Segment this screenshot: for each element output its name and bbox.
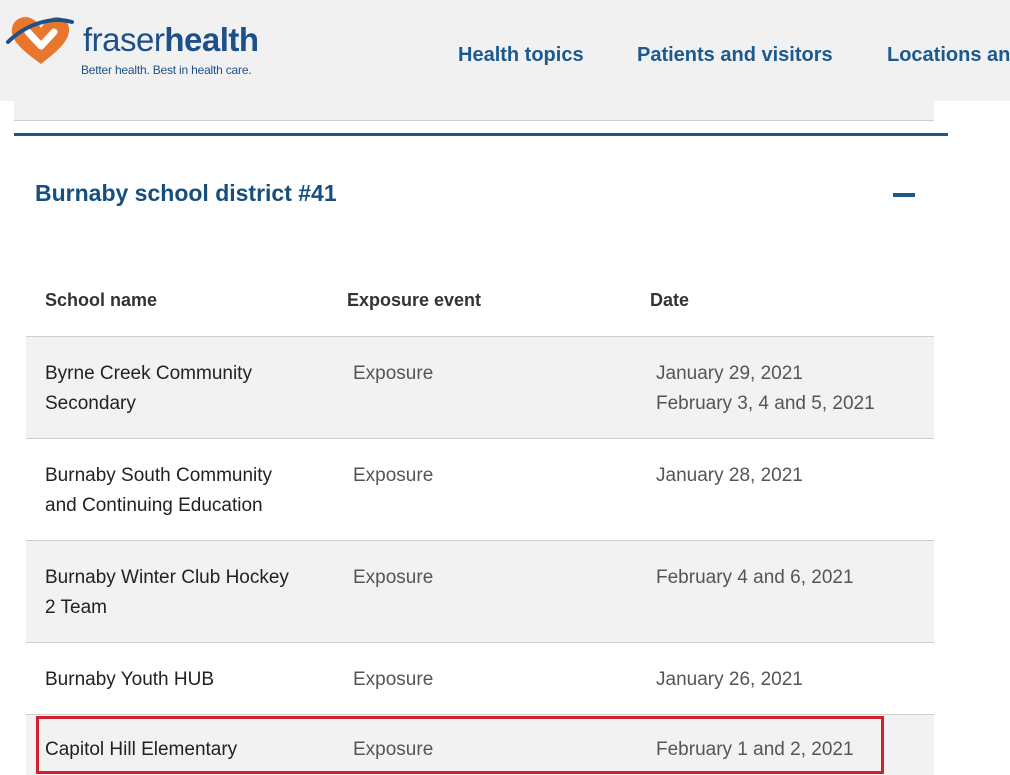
- column-header-date: Date: [650, 290, 690, 310]
- exposure-event-cell: Exposure: [353, 465, 434, 486]
- date-line: February 4 and 6, 2021: [656, 567, 854, 588]
- logo-wordmark-health: health: [164, 21, 259, 58]
- school-name-cell: Byrne Creek Community Secondary: [45, 359, 315, 419]
- table-row: Burnaby Youth HUB Exposure January 26, 2…: [26, 643, 934, 715]
- school-name-cell: Burnaby South Community and Continuing E…: [45, 461, 315, 521]
- school-name-cell: Burnaby Youth HUB: [45, 665, 315, 695]
- logo-wordmark-fraser: fraser: [83, 21, 165, 58]
- heart-logo-icon: [6, 17, 74, 64]
- exposure-event-cell: Exposure: [353, 363, 434, 384]
- table-row: Byrne Creek Community Secondary Exposure…: [26, 337, 934, 439]
- exposure-event-cell: Exposure: [353, 567, 434, 588]
- date-cell: February 4 and 6, 2021: [656, 563, 926, 593]
- table-header-row: School name Exposure event Date: [26, 268, 934, 337]
- school-name-cell: Burnaby Winter Club Hockey 2 Team: [45, 563, 315, 623]
- date-line: February 1 and 2, 2021: [656, 739, 854, 760]
- logo-tagline: Better health. Best in health care.: [81, 63, 252, 77]
- school-name-line: Burnaby Winter Club Hockey: [45, 567, 289, 588]
- exposure-event-cell: Exposure: [353, 739, 434, 760]
- date-cell: January 29, 2021 February 3, 4 and 5, 20…: [656, 359, 926, 419]
- accordion-title[interactable]: Burnaby school district #41: [35, 180, 337, 207]
- fraserhealth-logo[interactable]: fraserhealth Better health. Best in heal…: [6, 12, 259, 82]
- date-line: January 26, 2021: [656, 669, 803, 690]
- nav-patients-and-visitors[interactable]: Patients and visitors: [637, 44, 833, 67]
- exposure-table: School name Exposure event Date Byrne Cr…: [26, 268, 934, 775]
- table-row: Burnaby Winter Club Hockey 2 Team Exposu…: [26, 541, 934, 643]
- accordion-top-border: [14, 133, 948, 136]
- exposure-event-cell: Exposure: [353, 669, 434, 690]
- date-line: January 28, 2021: [656, 465, 803, 486]
- school-name-line: and Continuing Education: [45, 495, 263, 516]
- school-name-line: 2 Team: [45, 597, 107, 618]
- date-line: January 29, 2021: [656, 363, 803, 384]
- school-name-line: Burnaby South Community: [45, 465, 273, 486]
- date-cell: January 28, 2021: [656, 461, 926, 491]
- date-cell: January 26, 2021: [656, 665, 926, 695]
- site-header: fraserhealth Better health. Best in heal…: [0, 0, 1010, 101]
- date-line: February 3, 4 and 5, 2021: [656, 393, 875, 414]
- school-name-line: Burnaby Youth HUB: [45, 669, 215, 690]
- column-header-exposure-event: Exposure event: [347, 290, 482, 310]
- school-name-line: Secondary: [45, 393, 136, 414]
- school-name-cell: Capitol Hill Elementary: [45, 735, 315, 765]
- school-name-line: Capitol Hill Elementary: [45, 739, 238, 760]
- divider: [14, 120, 934, 121]
- nav-health-topics[interactable]: Health topics: [458, 44, 584, 67]
- table-row: Capitol Hill Elementary Exposure Februar…: [26, 715, 934, 775]
- collapse-minus-icon[interactable]: [893, 193, 915, 197]
- nav-locations[interactable]: Locations an: [887, 44, 1010, 67]
- table-row: Burnaby South Community and Continuing E…: [26, 439, 934, 541]
- date-cell: February 1 and 2, 2021: [656, 735, 926, 765]
- previous-section-footer: [14, 101, 934, 121]
- column-header-school-name: School name: [45, 290, 158, 310]
- logo-wordmark: fraserhealth: [83, 22, 259, 58]
- school-name-line: Byrne Creek Community: [45, 363, 252, 384]
